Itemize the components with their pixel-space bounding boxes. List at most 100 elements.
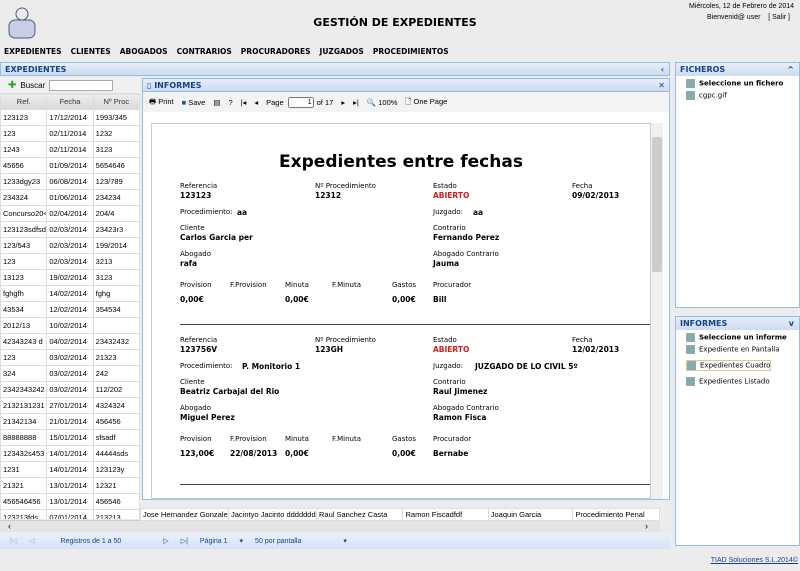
table-row[interactable]: 123123 17/12/2014 1993/345 <box>0 109 140 126</box>
informes-window: ▯ INFORMES✕ 🖶 Print ■ Save ▤? |◂ ◂ Page o… <box>142 78 670 500</box>
table-row[interactable]: 2342343242 03/02/2014 112/202 <box>0 381 140 398</box>
report-scrollbar[interactable] <box>651 123 663 499</box>
horizontal-scrollbar[interactable]: ‹ › <box>0 520 660 532</box>
label: Contrario <box>433 224 466 232</box>
table-cell: 204/4 <box>92 205 140 222</box>
label: Fecha <box>572 182 593 190</box>
label: Procedimiento: <box>180 208 233 216</box>
nav-expedientes[interactable]: EXPEDIENTES <box>4 47 62 56</box>
last-page-button[interactable]: ▸| <box>353 98 359 107</box>
table-row[interactable]: 123 02/03/2014 3213 <box>0 253 140 270</box>
table-row[interactable]: 1231 14/01/2014 123123y <box>0 461 140 478</box>
nav-contrarios[interactable]: CONTRARIOS <box>177 47 232 56</box>
main-nav: EXPEDIENTES CLIENTES ABOGADOS CONTRARIOS PRO… <box>4 47 449 56</box>
table-row[interactable]: 1243 02/11/2014 3123 <box>0 141 140 158</box>
table-cell: Ramon Fiscadfdf <box>402 508 489 521</box>
tree-item[interactable]: Seleccione un informe <box>686 333 799 342</box>
next-page-button[interactable]: ▸ <box>341 98 345 107</box>
current-date: Miércoles, 12 de Febrero de 2014 <box>688 3 794 10</box>
search-input[interactable] <box>49 79 114 91</box>
table-row[interactable]: 123123sdfsd 02/03/2014 23423r3 <box>0 221 140 238</box>
table-cell: 2342343242 <box>0 381 48 398</box>
logout-link[interactable]: [ Salir ] <box>768 14 790 21</box>
nav-procuradores[interactable]: PROCURADORES <box>241 47 311 56</box>
table-cell: 13123 <box>0 269 48 286</box>
nav-clientes[interactable]: CLIENTES <box>71 47 111 56</box>
table-row[interactable]: 1233dgy23 06/08/2014 123/789 <box>0 173 140 190</box>
table-row[interactable]: 234324 01/06/2014 234234 <box>0 189 140 206</box>
nav-abogados[interactable]: ABOGADOS <box>120 47 168 56</box>
juzgado-value: JUZGADO DE LO CIVIL 5º <box>475 362 578 371</box>
table-cell: 21323 <box>92 349 140 366</box>
table-row[interactable]: Concurso20< 02/04/2014 204/4 <box>0 205 140 222</box>
table-cell: 2012/13 <box>0 317 48 334</box>
table-row[interactable]: 21321 13/01/2014 12321 <box>0 477 140 494</box>
zoom-button[interactable]: 🔍 100% <box>367 98 398 107</box>
tree-item[interactable]: Seleccione un fichero <box>686 79 799 88</box>
column-header[interactable]: Ref. <box>0 93 48 110</box>
tree-item[interactable]: Expedientes Listado <box>686 377 799 386</box>
first-page-button[interactable]: |◂ <box>241 98 247 107</box>
fecha-value: 09/02/2013 <box>572 191 620 200</box>
table-cell: 1231 <box>0 461 48 478</box>
table-row[interactable]: 13123 19/02/2014 3123 <box>0 269 140 286</box>
save-button[interactable]: ■ Save <box>182 98 206 107</box>
nav-juzgados[interactable]: JUZGADOS <box>320 47 364 56</box>
table-row[interactable]: 123432s453 14/01/2014 44444sds <box>0 445 140 462</box>
table-row[interactable]: 324 03/02/2014 242 <box>0 365 140 382</box>
estado-value: ABIERTO <box>433 345 470 354</box>
table-row[interactable]: 2132131231 27/01/2014 4324324 <box>0 397 140 414</box>
next-page-icon[interactable]: ▷ <box>163 537 168 545</box>
table-row[interactable]: 43534 12/02/2014 354534 <box>0 301 140 318</box>
proc-no-value: 123GH <box>315 345 344 354</box>
informes-window-header: ▯ INFORMES ✕ <box>143 79 669 92</box>
prev-page-icon[interactable]: ◁ <box>29 537 34 545</box>
table-row[interactable]: 456546456 13/01/2014 456546 <box>0 493 140 510</box>
table-row[interactable]: 123213fds 07/01/2014 213213 <box>0 509 140 519</box>
tree-item[interactable]: Expediente en Pantalla <box>686 345 799 354</box>
table-row[interactable]: 2012/13 10/02/2014 <box>0 317 140 334</box>
one-page-button[interactable]: 🗋 One Page <box>405 96 447 109</box>
table-cell: 324 <box>0 365 48 382</box>
table-row[interactable]: 42343243 d 04/02/2014 23432432 <box>0 333 140 350</box>
add-icon[interactable]: ✚ <box>8 80 16 91</box>
table-cell: fghgfh <box>0 285 48 302</box>
table-cell: 3123 <box>92 141 140 158</box>
expedientes-panel-header: EXPEDIENTES ‹ <box>0 62 670 76</box>
table-row[interactable]: 123 02/11/2014 1232 <box>0 125 140 142</box>
disk-icon: ■ <box>181 97 187 107</box>
copy-icon[interactable]: ▤ <box>213 98 220 107</box>
file-icon <box>686 377 695 386</box>
table-row[interactable]: 88888888 15/01/2014 sfsadf <box>0 429 140 446</box>
tree-item[interactable]: cgpc.gif <box>686 91 799 100</box>
search-label: Buscar <box>20 80 46 90</box>
close-icon[interactable]: ✕ <box>658 81 665 90</box>
table-row[interactable]: 123 03/02/2014 21323 <box>0 349 140 366</box>
table-cell: 123432s453 <box>0 445 48 462</box>
print-button[interactable]: 🖶 Print <box>149 96 174 109</box>
footer-link[interactable]: TIAD Soluciones S.L.2014© <box>711 557 798 564</box>
table-row[interactable]: 45656 01/09/2014 5654646 <box>0 157 140 174</box>
expand-icon[interactable]: v <box>789 319 794 328</box>
table-row[interactable]: 21342134 21/01/2014 456456 <box>0 413 140 430</box>
table-cell: 456546456 <box>0 493 48 510</box>
help-icon[interactable]: ? <box>228 98 232 107</box>
per-page-select[interactable]: 50 por pantalla <box>255 538 301 545</box>
table-cell: 1233dgy23 <box>0 173 48 190</box>
table-cell: 19/02/2014 <box>46 269 94 286</box>
last-page-icon[interactable]: ▷| <box>181 537 188 545</box>
table-cell: 15/01/2014 <box>46 429 94 446</box>
tree-item[interactable]: Expedientes Cuadro <box>686 360 772 371</box>
column-header[interactable]: Fecha <box>46 93 94 110</box>
page-input[interactable] <box>287 96 314 108</box>
table-row[interactable]: fghgfh 14/02/2014 fghg <box>0 285 140 302</box>
column-header[interactable]: Nº Proc <box>92 93 140 110</box>
nav-procedimientos[interactable]: PROCEDIMIENTOS <box>373 47 449 56</box>
prev-page-button[interactable]: ◂ <box>254 98 258 107</box>
collapse-icon[interactable]: ‹ <box>661 65 664 74</box>
page-select[interactable]: Página 1 <box>200 538 228 545</box>
first-page-icon[interactable]: |◁ <box>10 537 17 545</box>
table-cell: 12321 <box>92 477 140 494</box>
table-row[interactable]: 123/543 02/03/2014 199/2014 <box>0 237 140 254</box>
collapse-icon[interactable]: ^ <box>787 65 794 74</box>
